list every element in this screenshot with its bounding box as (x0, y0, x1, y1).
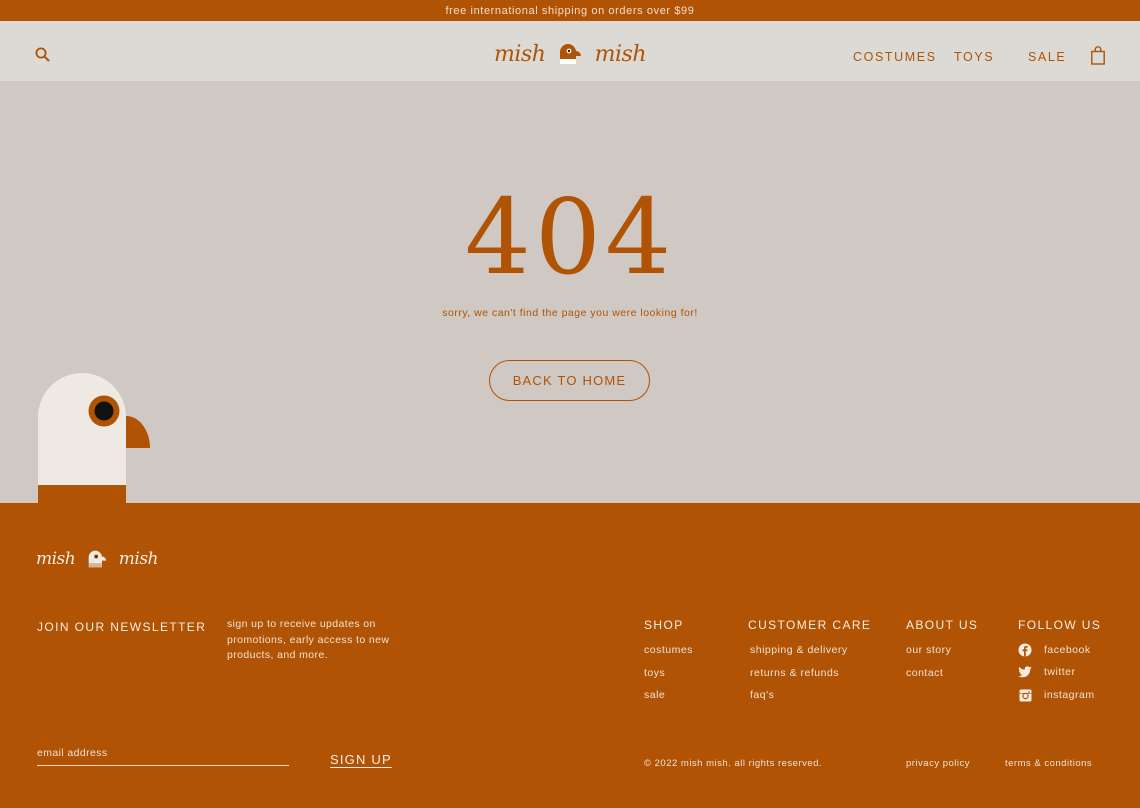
main-content: 404 sorry, we can't find the page you we… (0, 81, 1140, 503)
search-button[interactable] (34, 46, 52, 64)
nav-sale[interactable]: SALE (1028, 50, 1066, 64)
footer-link-faqs[interactable]: faq's (750, 689, 774, 701)
bird-logo-icon (560, 44, 581, 64)
about-heading: ABOUT US (906, 618, 979, 632)
twitter-icon (1018, 665, 1032, 679)
facebook-label: facebook (1044, 644, 1091, 656)
social-link-instagram[interactable]: instagram (1018, 688, 1095, 702)
footer-link-sale[interactable]: sale (644, 689, 665, 701)
bird-illustration (38, 373, 150, 503)
terms-link[interactable]: terms & conditions (1005, 758, 1092, 769)
newsletter-title: JOIN OUR NEWSLETTER (37, 620, 207, 634)
instagram-label: instagram (1044, 689, 1095, 701)
social-link-twitter[interactable]: twitter (1018, 665, 1076, 679)
customer-care-heading: CUSTOMER CARE (748, 618, 872, 632)
footer-bird-logo-icon (88, 550, 107, 568)
footer-link-returns[interactable]: returns & refunds (750, 667, 839, 679)
follow-heading: FOLLOW US (1018, 618, 1102, 632)
copyright-text: © 2022 mish mish. all rights reserved. (644, 758, 823, 769)
error-code: 404 (464, 176, 676, 298)
footer-logo-word-right: mish (118, 549, 159, 569)
announcement-bar: free international shipping on orders ov… (0, 0, 1140, 21)
shop-heading: SHOP (644, 618, 684, 632)
instagram-icon (1018, 688, 1032, 702)
footer-link-shipping[interactable]: shipping & delivery (750, 644, 848, 656)
back-to-home-button[interactable]: BACK TO HOME (489, 360, 650, 401)
email-input[interactable] (37, 740, 289, 766)
logo-word-left: mish (494, 41, 546, 67)
announcement-text: free international shipping on orders ov… (445, 4, 695, 17)
twitter-label: twitter (1044, 666, 1076, 678)
shopping-bag-icon (1091, 46, 1105, 65)
nav-toys[interactable]: TOYS (954, 50, 994, 64)
footer-link-toys[interactable]: toys (644, 667, 665, 679)
newsletter-description: sign up to receive updates on promotions… (227, 618, 390, 661)
site-logo[interactable]: mish mish (494, 37, 647, 71)
nav-costumes[interactable]: COSTUMES (853, 50, 937, 64)
footer-link-our-story[interactable]: our story (906, 644, 951, 656)
footer-logo-word-left: mish (36, 549, 76, 569)
site-header: mish mish COSTUMES TOYS SALE (0, 21, 1140, 81)
footer-link-contact[interactable]: contact (906, 667, 943, 679)
footer-link-costumes[interactable]: costumes (644, 644, 693, 656)
sign-up-button[interactable]: SIGN UP (330, 752, 392, 767)
logo-word-right: mish (594, 41, 647, 67)
privacy-policy-link[interactable]: privacy policy (906, 758, 970, 769)
search-icon (35, 47, 50, 62)
error-message: sorry, we can't find the page you were l… (442, 307, 698, 319)
social-link-facebook[interactable]: facebook (1018, 643, 1091, 657)
cart-button[interactable] (1090, 46, 1106, 66)
footer-logo[interactable]: mish mish (36, 546, 159, 572)
facebook-icon (1018, 643, 1032, 657)
